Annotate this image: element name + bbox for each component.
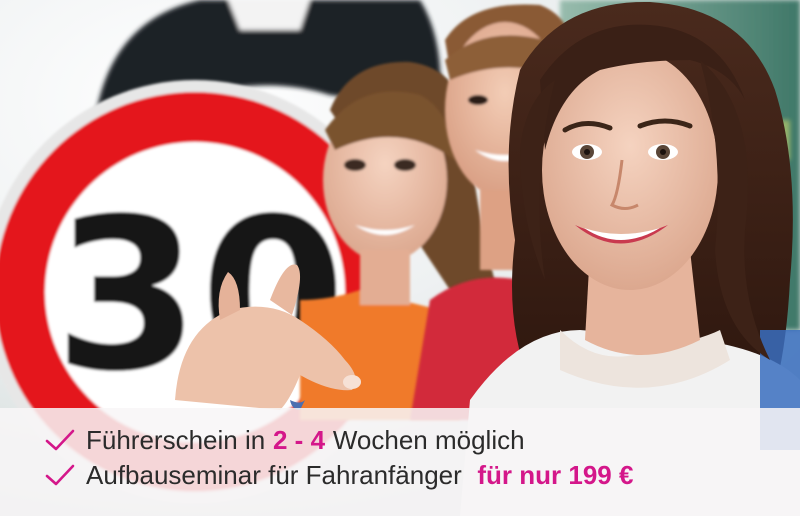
line1-text: Führerschein in — [86, 424, 266, 455]
line2-text: Aufbauseminar für Fahranfänger — [86, 459, 462, 490]
checkmark-icon — [45, 429, 75, 451]
benefit-line-1: Führerschein in 2 - 4 Wochen möglich — [44, 422, 525, 458]
benefit-line-2: Aufbauseminar für Fahranfänger für nur 19… — [44, 457, 633, 493]
line1-highlight: 2 - 4 — [273, 424, 326, 455]
checkmark-icon — [45, 464, 75, 486]
line2-highlight: für nur 199 € — [477, 459, 634, 490]
line1-text-end: Wochen möglich — [332, 424, 525, 455]
